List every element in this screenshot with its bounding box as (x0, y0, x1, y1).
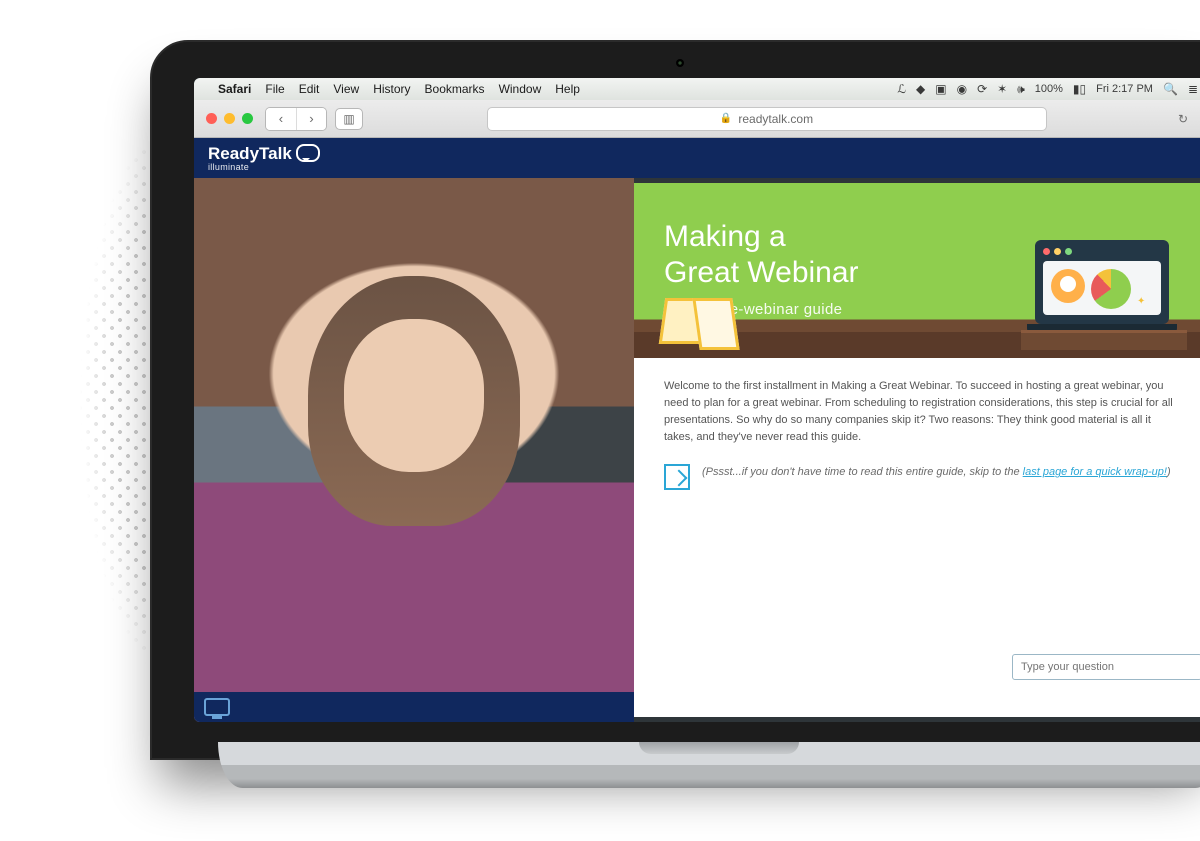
booklet-icon (662, 298, 716, 344)
macos-menubar: Safari File Edit View History Bookmarks … (194, 78, 1200, 100)
skip-arrow-icon (664, 464, 690, 490)
nav-back-forward: ‹ › (265, 107, 327, 131)
slide-hero: Making a Great Webinar Part 1: pre-webin… (634, 183, 1200, 358)
menubar-extra-icon[interactable]: ℒ (897, 82, 906, 96)
laptop-camera-icon (676, 59, 684, 67)
active-app-name[interactable]: Safari (218, 82, 251, 96)
slide-body-text: Welcome to the first installment in Maki… (664, 378, 1173, 446)
hint-link[interactable]: last page for a quick wrap-up! (1023, 466, 1167, 478)
menu-history[interactable]: History (373, 82, 410, 96)
avatar-icon (1051, 269, 1085, 303)
window-close-button[interactable] (206, 113, 217, 124)
presenter-video (194, 178, 634, 722)
menubar-shield-icon[interactable]: ▣ (935, 82, 946, 96)
laptop-mockup: Safari File Edit View History Bookmarks … (150, 40, 1200, 760)
menu-edit[interactable]: Edit (299, 82, 320, 96)
laptop-illustration: ✦ (1027, 240, 1177, 350)
menu-file[interactable]: File (265, 82, 284, 96)
menubar-list-icon[interactable]: ≣ (1188, 82, 1198, 96)
question-input[interactable] (1012, 654, 1200, 680)
slide-hint: (Pssst...if you don't have time to read … (664, 464, 1173, 490)
hint-suffix: ) (1167, 466, 1171, 478)
menubar-status-icon[interactable]: ◉ (957, 82, 967, 96)
menu-window[interactable]: Window (499, 82, 542, 96)
readytalk-header: ReadyTalk illuminate (194, 138, 1200, 178)
readytalk-logo-text: ReadyTalk (208, 144, 292, 164)
window-minimize-button[interactable] (224, 113, 235, 124)
volume-icon[interactable]: 🕪 (1017, 82, 1025, 97)
menubar-sync-icon[interactable]: ⟳ (977, 82, 987, 96)
battery-icon[interactable]: ▮▯ (1073, 82, 1086, 96)
readytalk-logo-subtext: illuminate (208, 162, 292, 172)
safari-toolbar: ‹ › ▥ 🔒 readytalk.com ↻ (194, 100, 1200, 138)
window-maximize-button[interactable] (242, 113, 253, 124)
window-traffic-lights (206, 113, 253, 124)
forward-button[interactable]: › (296, 108, 326, 130)
menubar-clock[interactable]: Fri 2:17 PM (1096, 83, 1153, 95)
slide-area: Making a Great Webinar Part 1: pre-webin… (634, 178, 1200, 722)
slide-content: Making a Great Webinar Part 1: pre-webin… (634, 183, 1200, 717)
menubar-drive-icon[interactable]: ◆ (916, 82, 925, 96)
sidebar-toggle-button[interactable]: ▥ (335, 108, 363, 130)
sparkle-icon: ✦ (1137, 296, 1147, 307)
spotlight-icon[interactable]: 🔍 (1163, 82, 1178, 96)
readytalk-logo[interactable]: ReadyTalk illuminate (208, 144, 320, 172)
laptop-base (218, 742, 1200, 788)
hint-prefix: (Pssst...if you don't have time to read … (702, 466, 1023, 478)
video-control-bar (194, 692, 634, 722)
battery-percent[interactable]: 100% (1035, 83, 1063, 95)
menu-view[interactable]: View (333, 82, 359, 96)
back-button[interactable]: ‹ (266, 108, 296, 130)
reload-button[interactable]: ↻ (1170, 112, 1196, 126)
wifi-icon[interactable]: ✶ (997, 82, 1007, 96)
speech-bubble-icon (296, 144, 320, 162)
presenter-image (194, 178, 634, 722)
menu-bookmarks[interactable]: Bookmarks (425, 82, 485, 96)
display-toggle-icon[interactable] (204, 698, 230, 716)
menu-help[interactable]: Help (555, 82, 580, 96)
address-domain: readytalk.com (738, 112, 813, 126)
lock-icon: 🔒 (720, 113, 732, 124)
address-bar[interactable]: 🔒 readytalk.com (487, 107, 1047, 131)
pie-chart-icon (1091, 269, 1131, 309)
